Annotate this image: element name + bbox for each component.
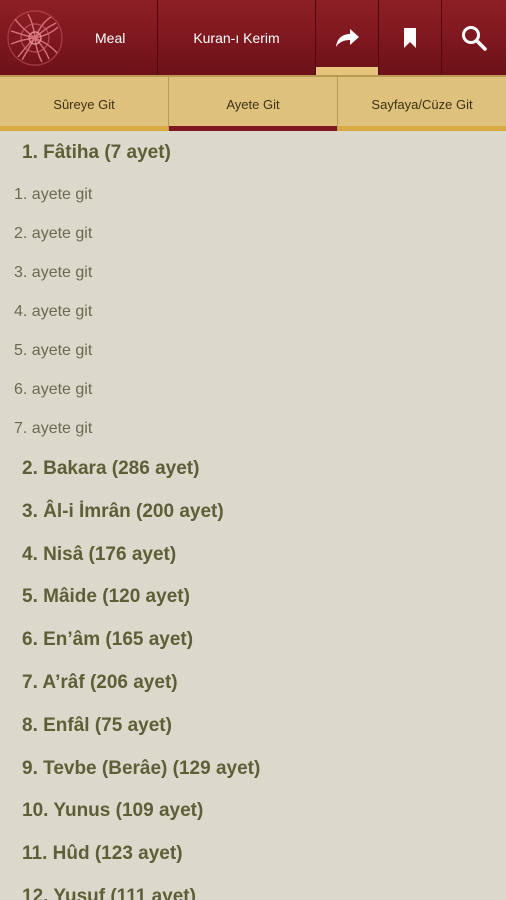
surah-item-fatiha[interactable]: 1. Fâtiha (7 ayet) — [0, 131, 506, 175]
share-arrow-icon — [334, 27, 360, 49]
bookmark-button[interactable] — [379, 0, 442, 75]
surah-item[interactable]: 8. Enfâl (75 ayet) — [0, 705, 506, 748]
ayah-item[interactable]: 4. ayete git — [0, 292, 506, 331]
tab-sureye-git[interactable]: Sûreye Git — [0, 77, 169, 131]
share-button[interactable] — [316, 0, 379, 75]
tab-label: Ayete Git — [226, 96, 280, 112]
surah-item[interactable]: 5. Mâide (120 ayet) — [0, 576, 506, 619]
tab-label: Sayfaya/Cüze Git — [371, 96, 473, 112]
surah-item[interactable]: 2. Bakara (286 ayet) — [0, 448, 506, 491]
surah-item[interactable]: 3. Âl-i İmrân (200 ayet) — [0, 491, 506, 534]
kuran-label: Kuran-ı Kerim — [193, 29, 280, 46]
search-button[interactable] — [442, 0, 506, 75]
ayah-item[interactable]: 1. ayete git — [0, 175, 506, 214]
bookmark-icon — [403, 27, 417, 49]
surah-item[interactable]: 7. A’râf (206 ayet) — [0, 662, 506, 705]
tab-ayete-git[interactable]: Ayete Git — [169, 77, 338, 131]
tab-sayfaya-cuze-git[interactable]: Sayfaya/Cüze Git — [338, 77, 506, 131]
tab-label: Sûreye Git — [53, 96, 115, 112]
surah-item[interactable]: 4. Nisâ (176 ayet) — [0, 534, 506, 577]
ayah-item[interactable]: 7. ayete git — [0, 409, 506, 448]
top-action-bar: Meal Kuran-ı Kerim — [0, 0, 506, 75]
surah-item[interactable]: 6. En’âm (165 ayet) — [0, 619, 506, 662]
surah-item[interactable]: 10. Yunus (109 ayet) — [0, 790, 506, 833]
ayah-item[interactable]: 3. ayete git — [0, 253, 506, 292]
goto-tabs: Sûreye Git Ayete Git Sayfaya/Cüze Git — [0, 75, 506, 131]
kuran-tab-button[interactable]: Kuran-ı Kerim — [158, 0, 316, 75]
search-icon — [461, 25, 487, 51]
surah-item[interactable]: 9. Tevbe (Berâe) (129 ayet) — [0, 748, 506, 791]
surah-item[interactable]: 12. Yusuf (111 ayet) — [0, 876, 506, 900]
surah-item[interactable]: 11. Hûd (123 ayet) — [0, 833, 506, 876]
meal-tab-button[interactable]: Meal — [70, 0, 158, 75]
app-logo[interactable] — [0, 0, 70, 75]
ayah-item[interactable]: 5. ayete git — [0, 331, 506, 370]
meal-label: Meal — [95, 29, 126, 46]
ayah-item[interactable]: 2. ayete git — [0, 214, 506, 253]
surah-list: 1. Fâtiha (7 ayet) 1. ayete git 2. ayete… — [0, 131, 506, 900]
ayah-item[interactable]: 6. ayete git — [0, 370, 506, 409]
logo-rosette-icon — [6, 9, 64, 67]
